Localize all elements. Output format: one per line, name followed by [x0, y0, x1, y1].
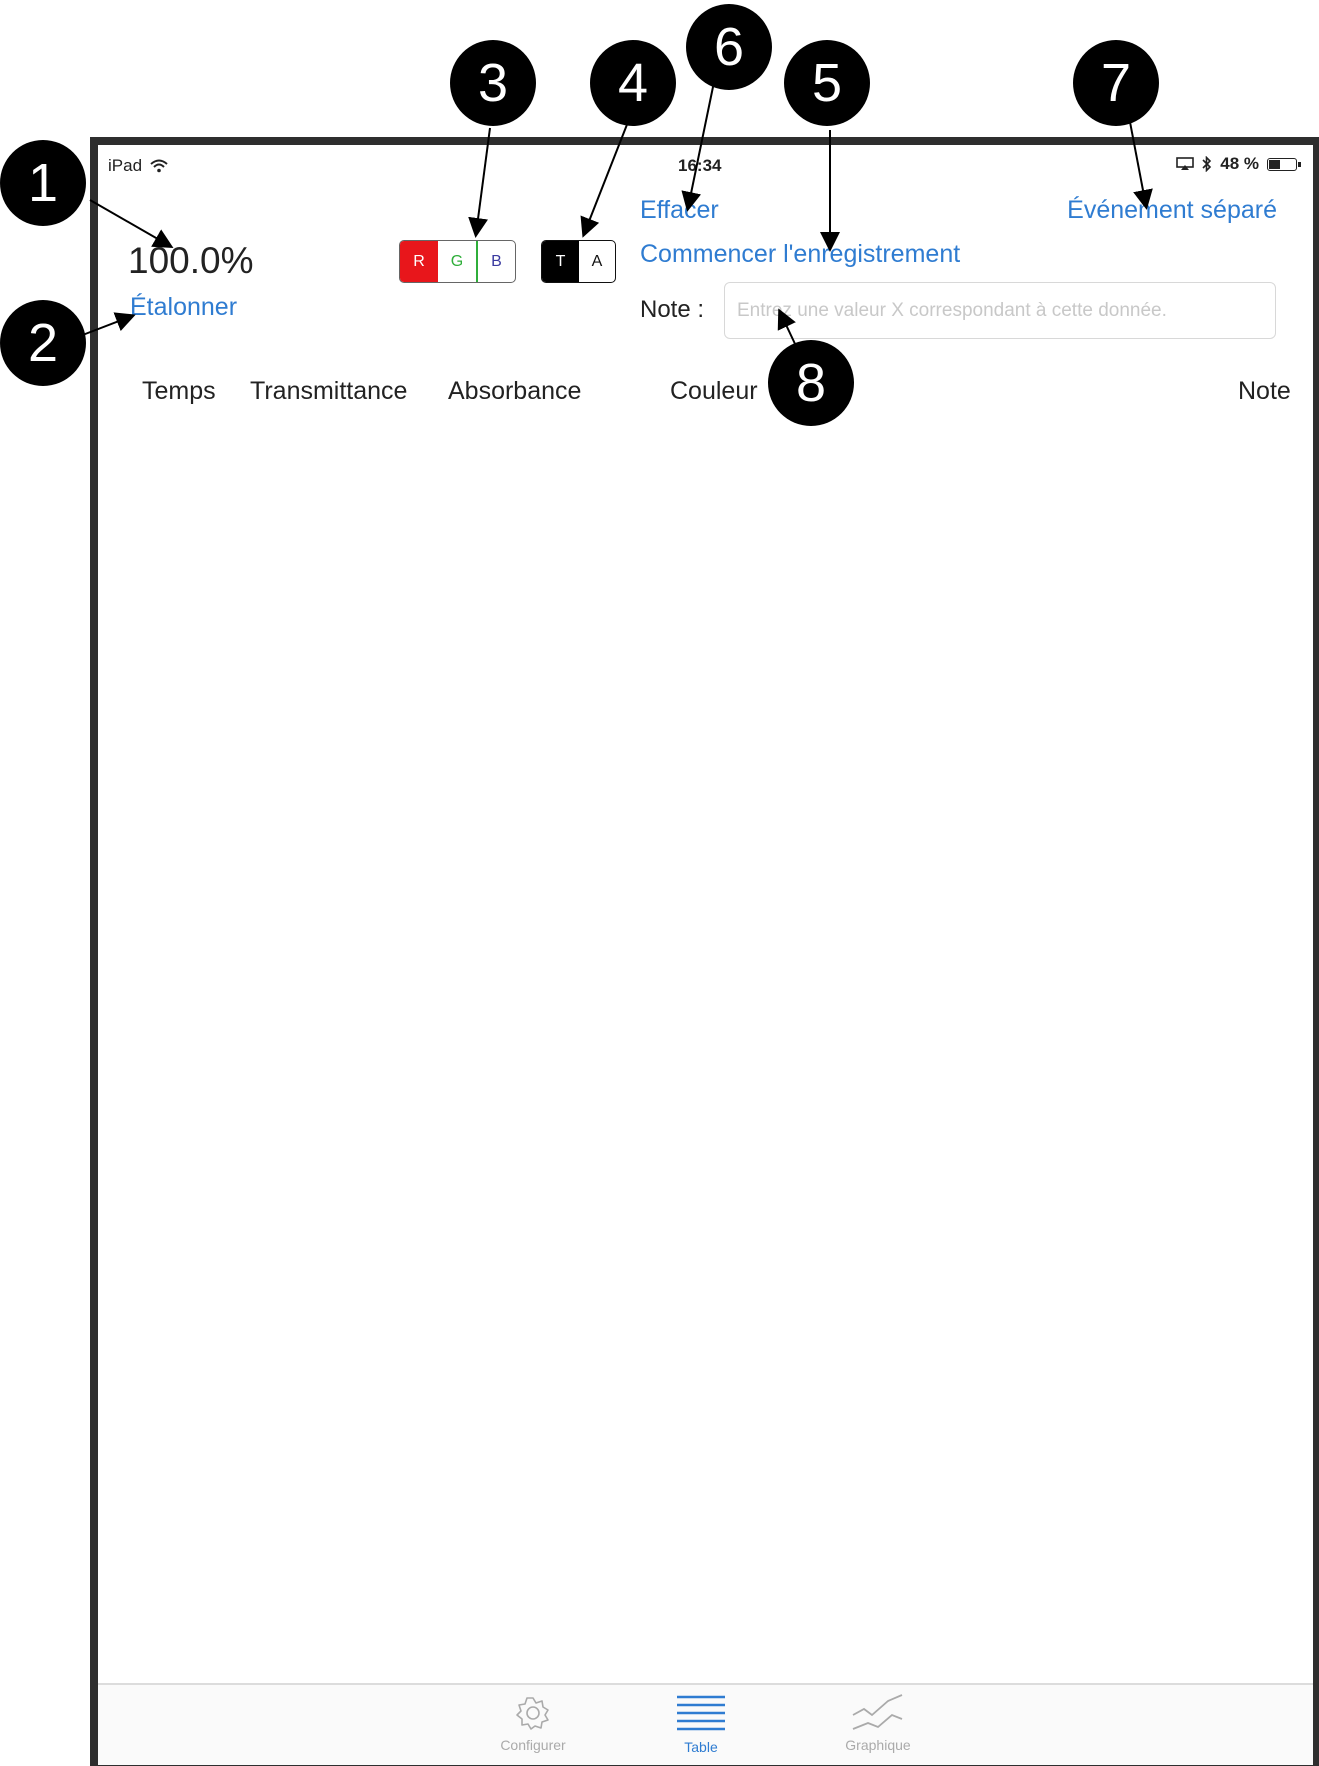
bluetooth-icon — [1202, 156, 1212, 172]
gear-icon — [516, 1697, 549, 1730]
annotation-callout-7: 7 — [1073, 40, 1159, 126]
color-option-red[interactable]: R — [400, 241, 438, 282]
tab-label: Table — [684, 1739, 718, 1755]
list-icon — [677, 1695, 725, 1731]
column-header-time: Temps — [142, 377, 216, 405]
note-input[interactable] — [724, 282, 1276, 339]
tab-label: Graphique — [845, 1737, 911, 1753]
column-header-color: Couleur — [670, 377, 758, 405]
status-bar-right: 48 % — [1176, 154, 1301, 174]
mode-option-transmittance[interactable]: T — [542, 241, 579, 282]
tab-bar: Configurer Table Graphique — [98, 1683, 1313, 1765]
separate-event-button[interactable]: Événement séparé — [1067, 196, 1277, 225]
chart-icon — [852, 1694, 903, 1730]
calibrate-button[interactable]: Étalonner — [130, 293, 237, 322]
status-time: 16:34 — [678, 156, 722, 175]
airplay-icon — [1176, 157, 1195, 170]
column-header-note: Note — [1238, 377, 1291, 405]
annotation-callout-6: 6 — [686, 4, 772, 90]
annotation-callout-3: 3 — [450, 40, 536, 126]
battery-icon — [1267, 157, 1301, 171]
column-header-absorbance: Absorbance — [448, 377, 582, 405]
mode-option-absorbance[interactable]: A — [579, 241, 615, 282]
device-name: iPad — [108, 156, 143, 175]
battery-percent: 48 % — [1220, 154, 1259, 173]
annotation-callout-2: 2 — [0, 300, 86, 386]
tab-configurer[interactable]: Configurer — [478, 1693, 588, 1753]
color-option-green[interactable]: G — [438, 241, 478, 282]
status-bar-left: iPad — [108, 156, 168, 176]
annotation-callout-8: 8 — [768, 340, 854, 426]
tab-graphique[interactable]: Graphique — [818, 1693, 938, 1753]
tab-table[interactable]: Table — [646, 1693, 756, 1755]
mode-selector: T A — [541, 240, 616, 283]
tab-label: Configurer — [500, 1737, 566, 1753]
start-recording-button[interactable]: Commencer l'enregistrement — [640, 240, 960, 269]
annotation-callout-5: 5 — [784, 40, 870, 126]
wifi-icon — [150, 159, 168, 173]
color-option-blue[interactable]: B — [478, 241, 515, 282]
clear-button[interactable]: Effacer — [640, 196, 719, 225]
transmittance-reading: 100.0% — [128, 240, 254, 281]
color-selector: R G B — [399, 240, 516, 283]
annotation-callout-4: 4 — [590, 40, 676, 126]
column-header-transmittance: Transmittance — [250, 377, 408, 405]
note-label: Note : — [640, 296, 705, 323]
annotation-callout-1: 1 — [0, 140, 86, 226]
